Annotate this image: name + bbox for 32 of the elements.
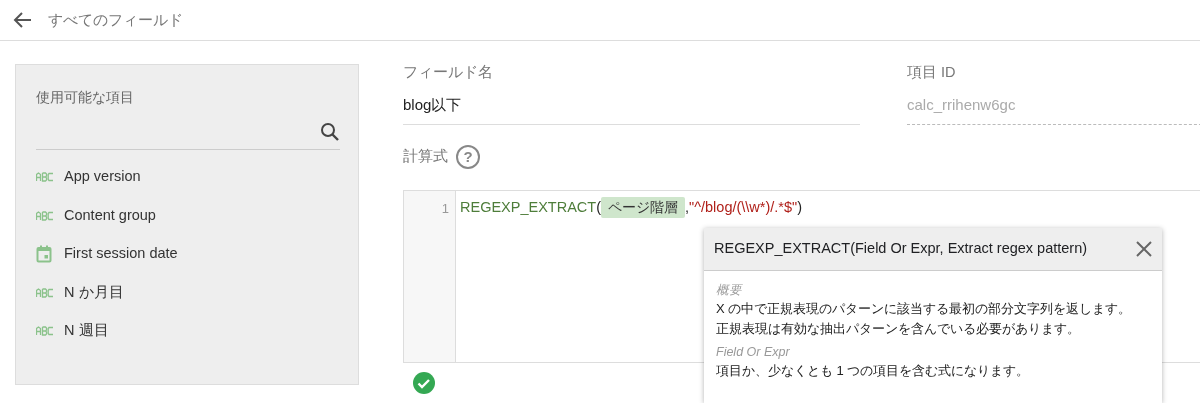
- text-type-icon: [36, 210, 54, 221]
- field-list-item[interactable]: N 週目: [36, 312, 340, 351]
- field-list-item[interactable]: First session date: [36, 235, 340, 274]
- code-token: REGEXP_EXTRACT: [460, 199, 597, 215]
- calendar-icon: [36, 245, 52, 264]
- text-type-icon: [36, 172, 54, 183]
- field-list-item[interactable]: N か月目: [36, 273, 340, 312]
- help-icon[interactable]: ?: [456, 145, 480, 170]
- description-text: 項目か、少なくとも 1 つの項目を含む式になります。: [716, 362, 1031, 380]
- code-token: (: [596, 199, 601, 215]
- code-token: "^/blog/(\\w*)/.*$": [689, 199, 798, 215]
- section-heading: 概要: [716, 282, 744, 299]
- search-icon[interactable]: [320, 121, 340, 142]
- formula-label: 計算式: [403, 147, 448, 167]
- code-token: ,: [685, 199, 690, 215]
- field-name-input[interactable]: blog以下: [403, 87, 860, 126]
- code-token: ): [797, 199, 803, 215]
- field-chip[interactable]: ページ階層: [601, 197, 685, 218]
- page-title: すべてのフィールド: [48, 9, 183, 30]
- function-signature: REGEXP_EXTRACT(Field Or Expr, Extract regex pattern): [714, 239, 1088, 259]
- field-list-item[interactable]: Content group: [36, 196, 340, 235]
- description-text: X の中で正規表現のパターンに該当する最初の部分文字列を返します。: [716, 300, 1133, 318]
- description-text: 正規表現は有効な抽出パターンを含んでいる必要があります。: [716, 320, 1081, 338]
- section-heading: Field Or Expr: [716, 344, 791, 361]
- back-arrow-icon[interactable]: [12, 11, 32, 29]
- field-list-item[interactable]: App version: [36, 158, 340, 197]
- line-number: 1: [440, 200, 449, 218]
- field-name-label: フィールド名: [403, 63, 494, 82]
- field-id-label: 項目 ID: [907, 63, 957, 82]
- text-type-icon: [36, 326, 54, 337]
- panel-title: 使用可能な項目: [36, 88, 135, 107]
- text-type-icon: [36, 287, 54, 298]
